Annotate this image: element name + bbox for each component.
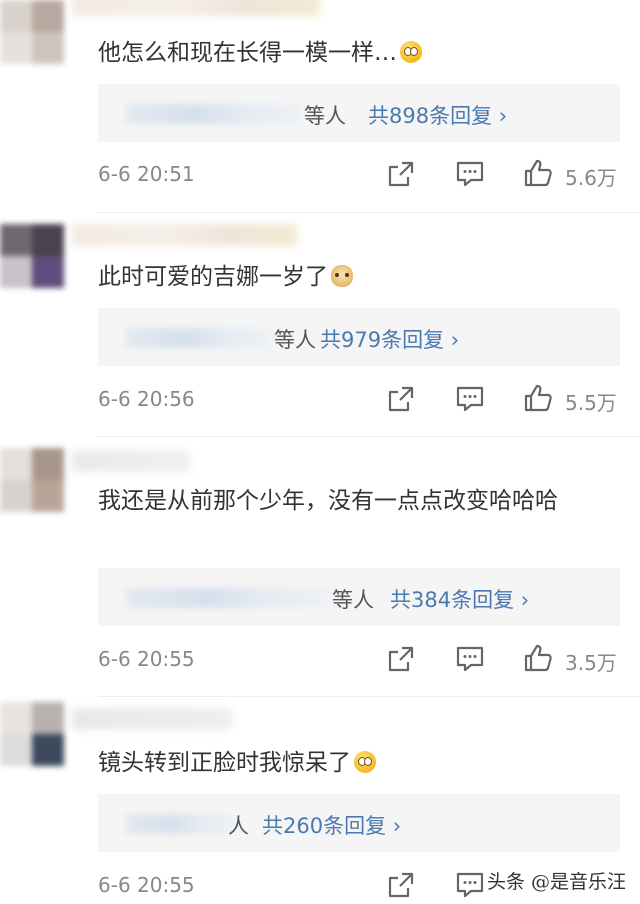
divider: [98, 212, 640, 213]
comment-button[interactable]: [455, 384, 485, 414]
reply-users-blurred: [126, 104, 302, 124]
comment-button[interactable]: [455, 159, 485, 189]
timestamp: 6-6 20:55: [98, 873, 195, 897]
timestamp: 6-6 20:56: [98, 387, 195, 411]
timestamp: 6-6 20:51: [98, 162, 195, 186]
share-button[interactable]: [386, 870, 416, 900]
like-count: 5.6万: [565, 166, 617, 190]
avatar[interactable]: [0, 702, 64, 766]
reply-users-blurred: [126, 814, 236, 834]
like-count: 3.5万: [565, 651, 617, 675]
flushed-emoji-icon: [354, 751, 376, 773]
comment-icon: [456, 646, 484, 672]
reply-users-suffix: 人: [228, 814, 249, 838]
share-icon: [388, 161, 414, 187]
username-blurred[interactable]: [72, 708, 232, 730]
like-button[interactable]: [523, 643, 553, 673]
share-icon: [388, 386, 414, 412]
comment-icon: [456, 386, 484, 412]
reply-count-link[interactable]: 共898条回复 ›: [368, 100, 507, 130]
like-button[interactable]: [523, 158, 553, 188]
comment-button[interactable]: [455, 870, 485, 900]
reply-users-suffix: 等人: [304, 104, 346, 128]
reply-users-blurred: [126, 588, 330, 608]
comment-text: 他怎么和现在长得一模一样…: [98, 34, 620, 72]
replies-preview[interactable]: 等人 共979条回复 ›: [98, 308, 620, 366]
share-button[interactable]: [386, 644, 416, 674]
replies-preview[interactable]: 人 共260条回复 ›: [98, 794, 620, 852]
reply-count-link[interactable]: 共384条回复 ›: [390, 584, 529, 614]
thumbs-up-icon: [524, 384, 552, 412]
share-icon: [388, 646, 414, 672]
comment-text: 此时可爱的吉娜一岁了: [98, 258, 620, 296]
username-blurred[interactable]: [72, 450, 190, 472]
comment-text: 镜头转到正脸时我惊呆了: [98, 744, 620, 782]
thumbs-up-icon: [524, 644, 552, 672]
comment-icon: [456, 872, 484, 898]
reply-users-suffix: 等人: [332, 588, 374, 612]
avatar[interactable]: [0, 0, 64, 64]
avatar[interactable]: [0, 448, 64, 512]
doge-emoji-icon: [331, 265, 353, 287]
like-count: 5.5万: [565, 391, 617, 415]
share-button[interactable]: [386, 384, 416, 414]
username-blurred[interactable]: [72, 224, 297, 246]
watermark: 头条 @是音乐汪: [486, 871, 626, 893]
replies-preview[interactable]: 等人 共384条回复 ›: [98, 568, 620, 626]
comment-text: 我还是从前那个少年，没有一点点改变哈哈哈: [98, 488, 558, 514]
divider: [98, 436, 640, 437]
comment-icon: [456, 161, 484, 187]
reply-users-suffix: 等人: [274, 328, 316, 352]
thumbs-up-icon: [524, 159, 552, 187]
reply-count-link[interactable]: 共979条回复 ›: [320, 324, 459, 354]
avatar[interactable]: [0, 224, 64, 288]
comment-button[interactable]: [455, 644, 485, 674]
divider: [98, 696, 640, 697]
timestamp: 6-6 20:55: [98, 647, 195, 671]
flushed-emoji-icon: [400, 41, 422, 63]
reply-users-blurred: [126, 328, 272, 348]
username-blurred[interactable]: [72, 0, 320, 16]
like-button[interactable]: [523, 383, 553, 413]
share-button[interactable]: [386, 159, 416, 189]
share-icon: [388, 872, 414, 898]
reply-count-link[interactable]: 共260条回复 ›: [262, 810, 401, 840]
replies-preview[interactable]: 等人 共898条回复 ›: [98, 84, 620, 142]
